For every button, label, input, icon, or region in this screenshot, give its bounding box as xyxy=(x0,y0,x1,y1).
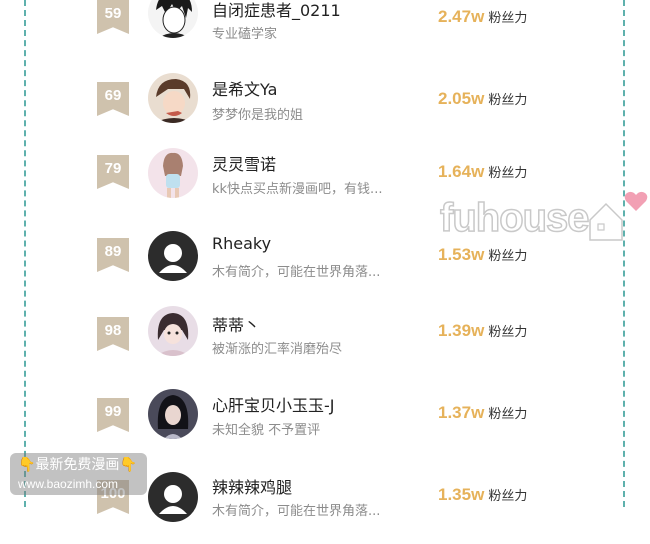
avatar[interactable] xyxy=(148,73,198,123)
user-description: 被渐涨的汇率消磨殆尽 xyxy=(212,342,343,357)
user-name[interactable]: 自闭症患者_0211 xyxy=(212,0,341,21)
user-name[interactable]: 蒂蒂丶 xyxy=(212,312,260,336)
fans-count: 2.47w xyxy=(438,7,485,26)
default-avatar-icon xyxy=(148,472,198,522)
pointing-hand-icon: 👇 xyxy=(18,457,36,473)
fans-count: 1.39w xyxy=(438,321,485,340)
fans-stat: 2.05w 粉丝力 xyxy=(438,89,527,109)
free-manga-promo-banner[interactable]: 👇最新免费漫画👇 www.baozimh.com xyxy=(10,453,147,495)
promo-title: 最新免费漫画 xyxy=(35,457,120,473)
fans-count: 1.53w xyxy=(438,245,485,264)
user-description: 木有简介，可能在世界角落... xyxy=(212,265,381,280)
avatar-girl-photo-image xyxy=(148,148,198,198)
avatar-anime-boy-image xyxy=(148,73,198,123)
fans-stat: 2.47w 粉丝力 xyxy=(438,7,527,27)
user-description: 专业磕学家 xyxy=(212,27,278,42)
avatar[interactable] xyxy=(148,148,198,198)
user-description: 木有简介，可能在世界角落... xyxy=(212,504,381,519)
rank-badge: 59 xyxy=(97,0,129,34)
fans-stat: 1.37w 粉丝力 xyxy=(438,403,527,423)
fans-unit: 粉丝力 xyxy=(488,93,528,108)
pointing-hand-icon: 👇 xyxy=(119,457,137,473)
avatar[interactable] xyxy=(148,389,198,439)
fans-count: 2.05w xyxy=(438,89,485,108)
rank-badge: 99 xyxy=(97,398,129,432)
default-avatar-icon xyxy=(148,231,198,281)
leaderboard-row[interactable]: 59 自闭症患者_0211 专业磕学家 2.47w 粉丝力 xyxy=(0,0,650,62)
promo-url-link[interactable]: www.baozimh.com xyxy=(18,475,137,493)
fans-unit: 粉丝力 xyxy=(488,11,528,26)
avatar-girl-doll-image xyxy=(148,306,198,356)
fans-unit: 粉丝力 xyxy=(488,325,528,340)
rank-badge: 98 xyxy=(97,317,129,351)
user-description: 梦梦你是我的姐 xyxy=(212,108,304,123)
heart-icon xyxy=(624,191,648,211)
rank-badge: 69 xyxy=(97,82,129,116)
fans-count: 1.64w xyxy=(438,162,485,181)
avatar[interactable] xyxy=(148,231,198,281)
avatar-dark-girl-image xyxy=(148,389,198,439)
leaderboard-row[interactable]: 98 蒂蒂丶 被渐涨的汇率消磨殆尽 1.39w 粉丝力 xyxy=(0,304,650,384)
user-name[interactable]: Rheaky xyxy=(212,234,271,253)
fans-count: 1.35w xyxy=(438,485,485,504)
leaderboard-row[interactable]: 69 是希文Ya 梦梦你是我的姐 2.05w 粉丝力 xyxy=(0,62,650,142)
user-name[interactable]: 辣辣辣鸡腿 xyxy=(212,474,292,498)
avatar[interactable] xyxy=(148,0,198,38)
user-description: kk快点买点新漫画吧，有钱... xyxy=(212,182,383,197)
fans-stat: 1.35w 粉丝力 xyxy=(438,485,527,505)
house-logo-icon xyxy=(589,202,623,241)
user-description: 未知全貌 不予置评 xyxy=(212,423,321,438)
fans-unit: 粉丝力 xyxy=(488,407,528,422)
rank-badge: 89 xyxy=(97,238,129,272)
fans-unit: 粉丝力 xyxy=(488,489,528,504)
fans-stat: 1.53w 粉丝力 xyxy=(438,245,527,265)
user-name[interactable]: 心肝宝贝小玉玉-J xyxy=(212,392,335,416)
user-name[interactable]: 是希文Ya xyxy=(212,76,277,100)
site-watermark: fuhouse xyxy=(439,195,590,241)
avatar[interactable] xyxy=(148,472,198,522)
leaderboard-row[interactable]: 99 心肝宝贝小玉玉-J 未知全貌 不予置评 1.37w 粉丝力 xyxy=(0,382,650,462)
avatar[interactable] xyxy=(148,306,198,356)
fans-unit: 粉丝力 xyxy=(488,249,528,264)
fans-unit: 粉丝力 xyxy=(488,166,528,181)
rank-badge: 79 xyxy=(97,155,129,189)
user-name[interactable]: 灵灵雪诺 xyxy=(212,151,276,175)
fans-count: 1.37w xyxy=(438,403,485,422)
fans-stat: 1.39w 粉丝力 xyxy=(438,321,527,341)
avatar-manga-boy-image xyxy=(148,0,198,38)
fans-stat: 1.64w 粉丝力 xyxy=(438,162,527,182)
